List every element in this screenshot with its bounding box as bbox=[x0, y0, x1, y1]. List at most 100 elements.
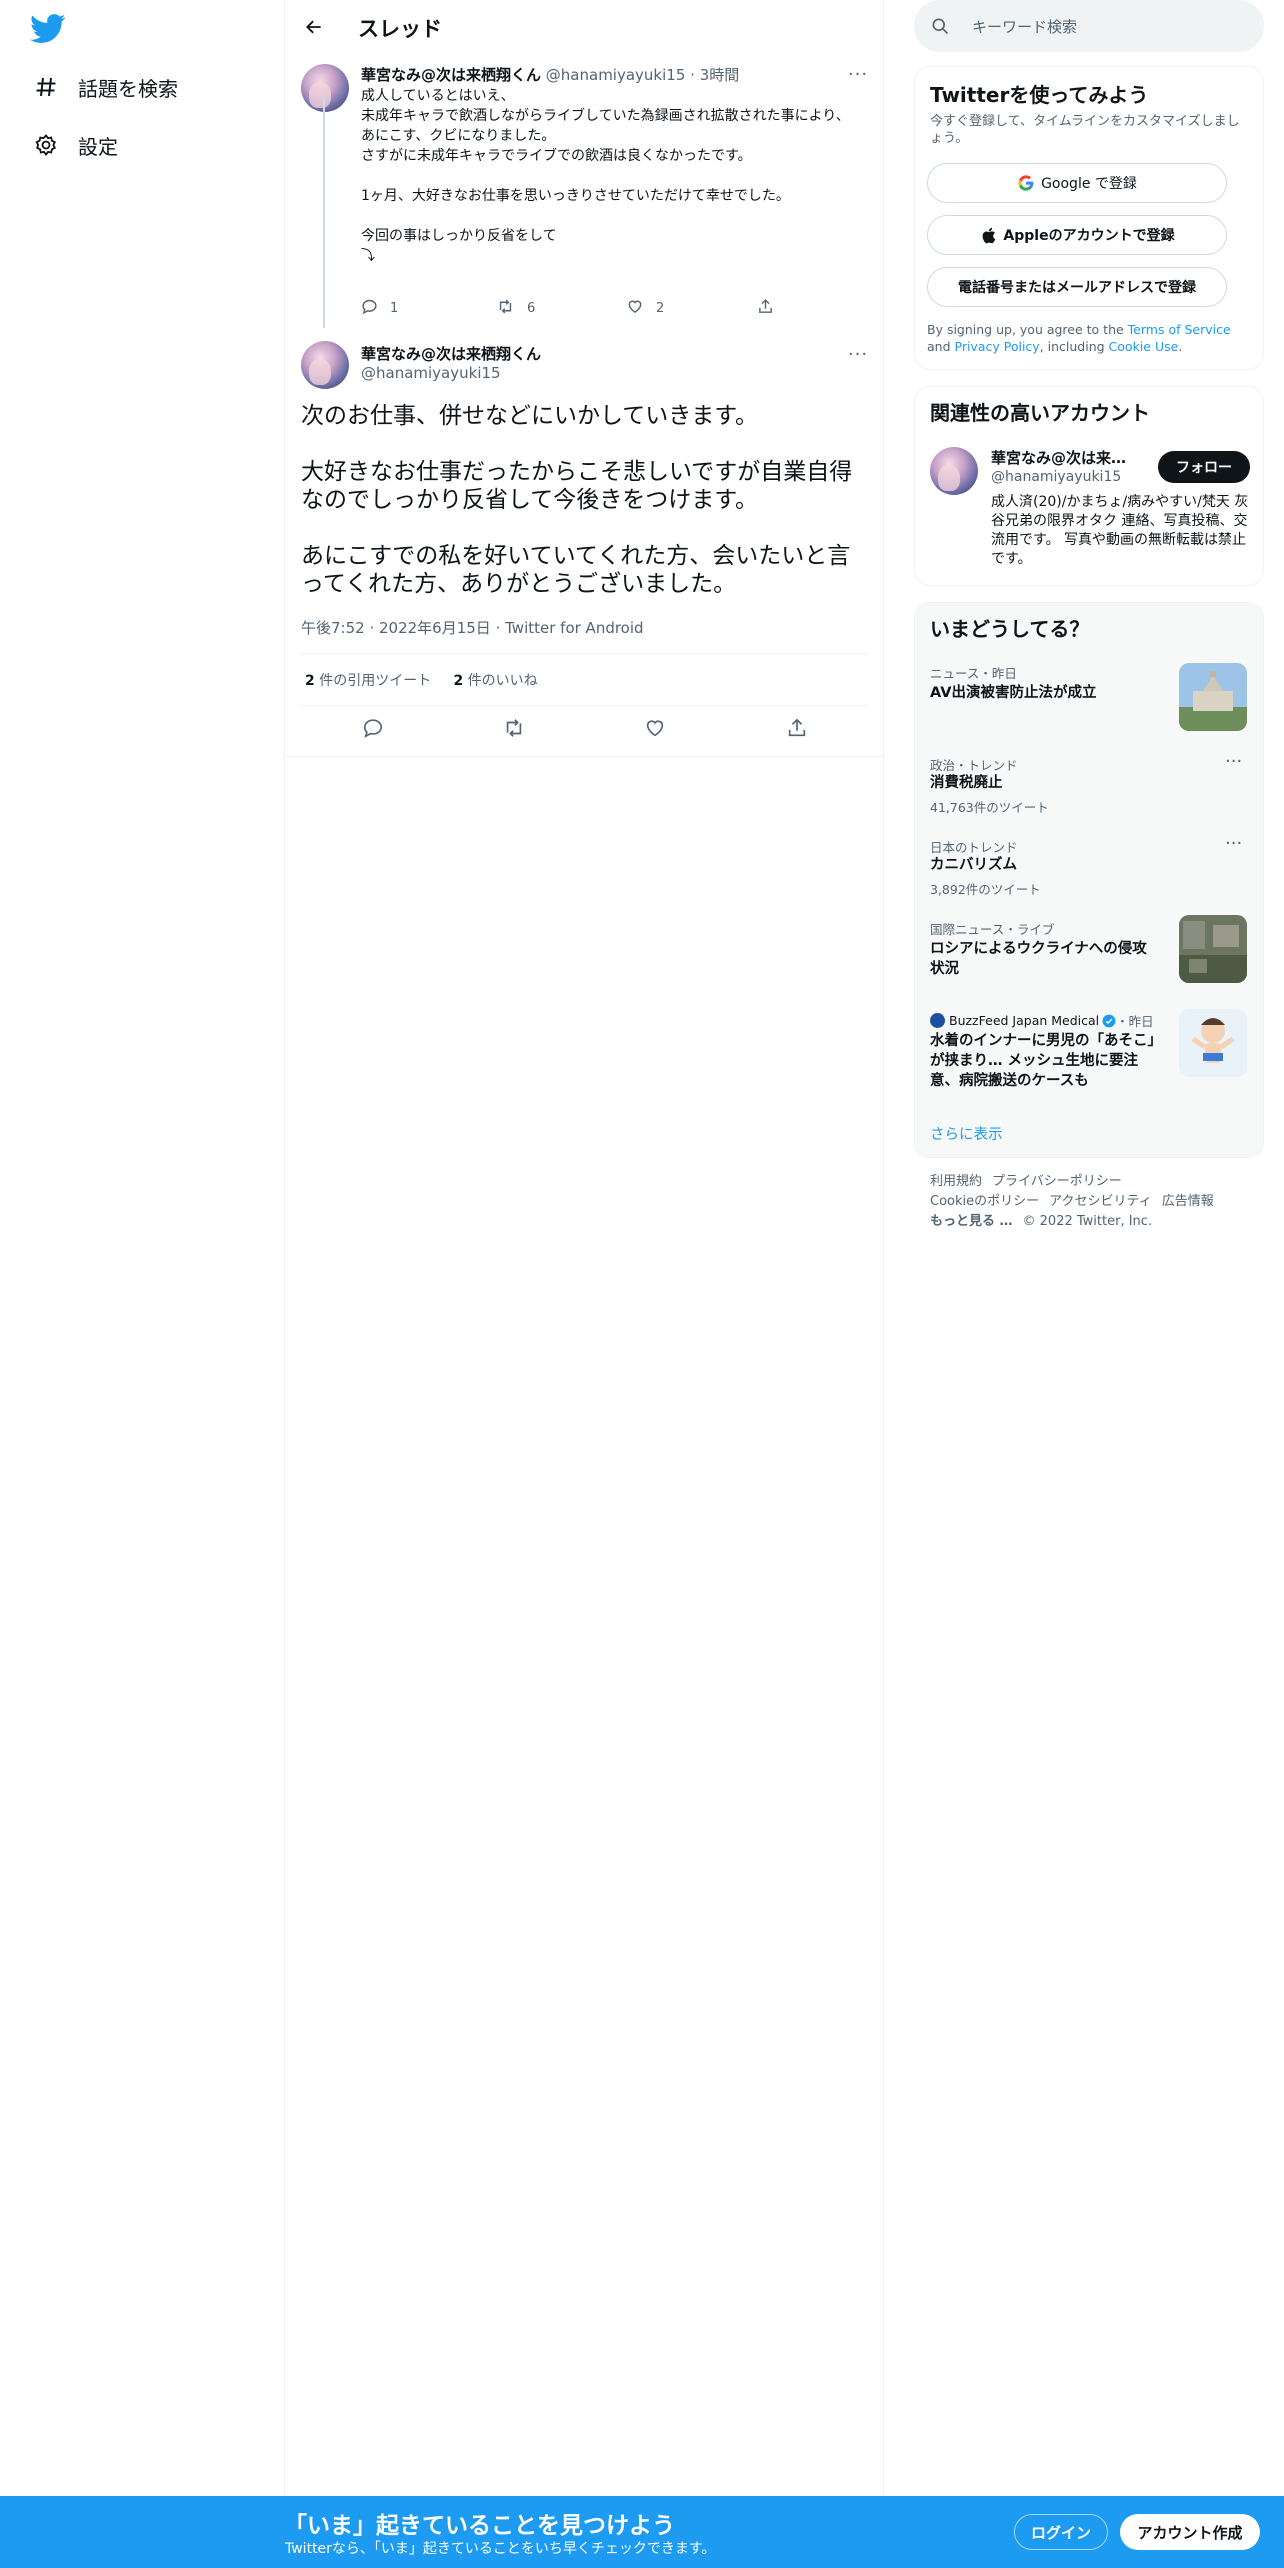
like-button[interactable]: 2 bbox=[626, 296, 664, 320]
search-input[interactable]: キーワード検索 bbox=[972, 16, 1077, 37]
left-nav: 話題を検索 設定 bbox=[0, 0, 285, 2568]
trend-context: BuzzFeed Japan Medical ・昨日 bbox=[930, 1011, 1154, 1030]
author-handle[interactable]: @hanamiyayuki15 bbox=[546, 66, 686, 84]
more-options-icon[interactable]: ··· bbox=[846, 342, 870, 366]
bottom-bar-subtitle: Twitterなら、「いま」起きていることをいち早くチェックできます。 bbox=[285, 2541, 716, 2557]
tweet-text: 成人しているとはいえ、 未成年キャラで飲酒しながらライブしていた為録画され拡散さ… bbox=[361, 86, 861, 266]
tweet-line: 未成年キャラで飲酒しながらライブしていた為録画され拡散された事により、 bbox=[361, 108, 850, 124]
reply-count: 1 bbox=[390, 300, 399, 316]
more-options-icon[interactable]: ··· bbox=[846, 62, 870, 86]
tweet-header: 華宮なみ@次は来栖翔くん @hanamiyayuki15 · 3時間 bbox=[361, 66, 740, 84]
search-icon bbox=[930, 16, 950, 36]
twitter-logo-icon[interactable] bbox=[30, 14, 66, 44]
google-signup-label: Google で登録 bbox=[1041, 176, 1137, 192]
signup-subtitle: 今すぐ登録して、タイムラインをカスタマイズしましょう。 bbox=[930, 114, 1240, 146]
trend-context: 国際ニュース・ライブ bbox=[930, 922, 1055, 937]
retweet-count: 6 bbox=[527, 300, 536, 316]
apple-signup-button[interactable]: Appleのアカウントで登録 bbox=[927, 215, 1227, 255]
related-account-bio: 成人済(20)/かまちょ/病みやすい/梵天 灰谷兄弟の限界オタク 連絡、写真投稿… bbox=[991, 494, 1249, 567]
like-button[interactable] bbox=[641, 718, 669, 742]
tweet-date[interactable]: 2022年6月15日 bbox=[379, 619, 491, 637]
tweet-line bbox=[301, 514, 861, 542]
tweet-line: さすがに未成年キャラでライブでの飲酒は良くなかったです。 bbox=[361, 148, 752, 164]
trend-title: 水着のインナーに男児の「あそこ」が挟まり… メッシュ生地に要注意、病院搬送のケー… bbox=[930, 1033, 1155, 1089]
footer-link[interactable]: アクセシビリティ bbox=[1049, 1194, 1152, 1209]
nav-explore-label: 話題を検索 bbox=[78, 76, 178, 101]
retweet-button[interactable]: 6 bbox=[496, 296, 535, 320]
trend-item[interactable]: 国際ニュース・ライブ ロシアによるウクライナへの侵攻状況 bbox=[915, 915, 1263, 989]
quote-count: 2 bbox=[305, 673, 315, 689]
footer-link[interactable]: Cookieのポリシー bbox=[930, 1194, 1039, 1209]
footer-link[interactable]: 利用規約 bbox=[930, 1174, 982, 1189]
trend-source: BuzzFeed Japan Medical bbox=[949, 1013, 1100, 1028]
create-account-button[interactable]: アカウント作成 bbox=[1120, 2514, 1260, 2550]
reply-button[interactable] bbox=[359, 718, 387, 742]
footer-link[interactable]: プライバシーポリシー bbox=[992, 1174, 1122, 1189]
share-icon bbox=[757, 298, 774, 319]
tweet-actions bbox=[301, 718, 869, 746]
trend-item[interactable]: 政治・トレンド 消費税廃止 41,763件のツイート ··· bbox=[915, 751, 1263, 815]
related-account-name[interactable]: 華宮なみ@次は来栖翔くん bbox=[991, 447, 1141, 468]
google-icon bbox=[1017, 174, 1035, 192]
tweet-line: あにこす、クビになりました。 bbox=[361, 128, 556, 144]
divider bbox=[301, 653, 869, 654]
share-button[interactable] bbox=[783, 718, 811, 742]
author-handle[interactable]: @hanamiyayuki15 bbox=[361, 364, 501, 382]
tweet-line: ⤵︎ bbox=[361, 248, 375, 264]
search-box[interactable]: キーワード検索 bbox=[914, 0, 1264, 52]
nav-explore[interactable]: 話題を検索 bbox=[30, 67, 178, 107]
tweet-time[interactable]: 午後7:52 bbox=[301, 619, 365, 637]
terms-text: . bbox=[1178, 339, 1183, 354]
author-name[interactable]: 華宮なみ@次は来栖翔くん bbox=[361, 343, 541, 364]
copyright: © 2022 Twitter, Inc. bbox=[1022, 1214, 1153, 1229]
terms-text: , including bbox=[1039, 339, 1109, 354]
page-title: スレッド bbox=[358, 17, 442, 41]
apple-signup-label: Appleのアカウントで登録 bbox=[1003, 228, 1175, 244]
phone-email-signup-label: 電話番号またはメールアドレスで登録 bbox=[958, 280, 1196, 296]
tweet-stats: 2 件の引用ツイート 2 件のいいね bbox=[305, 670, 538, 690]
nav-settings-label: 設定 bbox=[78, 134, 118, 159]
tweet-actions: 1 6 2 bbox=[361, 296, 791, 320]
follow-button[interactable]: フォロー bbox=[1158, 451, 1250, 483]
trend-context: ニュース・昨日 bbox=[930, 666, 1017, 681]
tweet-source: Twitter for Android bbox=[505, 619, 644, 637]
share-button[interactable] bbox=[757, 296, 774, 320]
likes-link[interactable]: 2 件のいいね bbox=[453, 673, 537, 689]
google-signup-button[interactable]: Google で登録 bbox=[927, 163, 1227, 203]
signup-card: Twitterを使ってみよう 今すぐ登録して、タイムラインをカスタマイズしましょ… bbox=[914, 66, 1264, 370]
avatar[interactable] bbox=[301, 341, 349, 389]
phone-email-signup-button[interactable]: 電話番号またはメールアドレスで登録 bbox=[927, 267, 1227, 307]
avatar[interactable] bbox=[301, 64, 349, 112]
tweet-time[interactable]: 3時間 bbox=[700, 66, 740, 84]
trend-title: 消費税廃止 bbox=[930, 775, 1003, 791]
trend-title: カニバリズム bbox=[930, 857, 1017, 873]
apple-icon bbox=[979, 226, 997, 244]
reply-button[interactable]: 1 bbox=[361, 296, 398, 320]
cookie-link[interactable]: Cookie Use bbox=[1109, 339, 1179, 354]
terms-text: By signing up, you agree to the bbox=[927, 322, 1128, 337]
more-options-icon[interactable]: ··· bbox=[1225, 833, 1249, 854]
trend-item[interactable]: 日本のトレンド カニバリズム 3,892件のツイート ··· bbox=[915, 833, 1263, 897]
login-button[interactable]: ログイン bbox=[1014, 2514, 1108, 2550]
footer-link[interactable]: 広告情報 bbox=[1162, 1194, 1214, 1209]
tweet-line: 今回の事はしっかり反省をして bbox=[361, 228, 557, 244]
like-count: 2 bbox=[656, 300, 665, 316]
back-arrow-icon[interactable] bbox=[298, 11, 330, 43]
more-options-icon[interactable]: ··· bbox=[1225, 751, 1249, 772]
tweet-meta: 午後7:52 · 2022年6月15日 · Twitter for Androi… bbox=[301, 619, 644, 637]
related-account-handle[interactable]: @hanamiyayuki15 bbox=[991, 469, 1121, 485]
avatar[interactable] bbox=[930, 447, 978, 495]
author-name[interactable]: 華宮なみ@次は来栖翔くん bbox=[361, 66, 541, 84]
footer-more-link[interactable]: もっと見る … bbox=[930, 1214, 1013, 1229]
trend-item[interactable]: ニュース・昨日 AV出演被害防止法が成立 bbox=[915, 663, 1263, 739]
show-more-link[interactable]: さらに表示 bbox=[930, 1123, 1003, 1144]
nav-settings[interactable]: 設定 bbox=[30, 125, 118, 165]
gear-icon bbox=[30, 129, 62, 161]
quote-tweets-link[interactable]: 2 件の引用ツイート bbox=[305, 673, 431, 689]
trend-time: ・昨日 bbox=[1116, 1014, 1154, 1029]
retweet-button[interactable] bbox=[500, 718, 528, 742]
terms-link[interactable]: Terms of Service bbox=[1128, 322, 1231, 337]
privacy-link[interactable]: Privacy Policy bbox=[955, 339, 1040, 354]
trend-item[interactable]: BuzzFeed Japan Medical ・昨日 水着のインナーに男児の「あ… bbox=[915, 1009, 1263, 1101]
related-title: 関連性の高いアカウント bbox=[930, 401, 1150, 425]
